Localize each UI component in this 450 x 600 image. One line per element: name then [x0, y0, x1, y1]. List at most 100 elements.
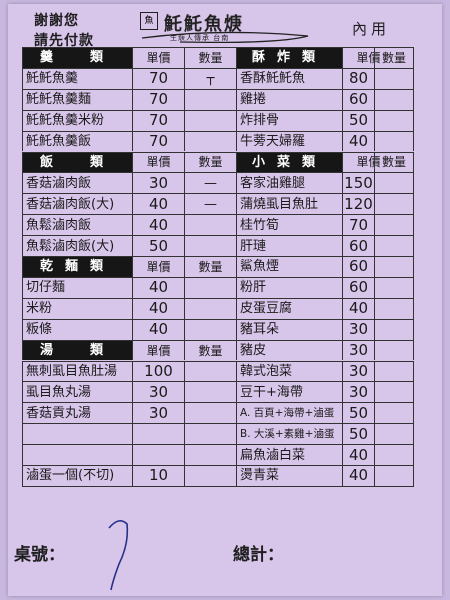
side-item-name: 扁魚滷白菜	[236, 444, 342, 465]
side-item-name: 鯊魚煙	[236, 256, 342, 277]
soup-item-qty	[184, 130, 236, 152]
noodle-qty-header: 數量	[184, 256, 236, 277]
broth-item-name	[22, 444, 132, 465]
menu-table: 羹 類單價 數量 魠魠魚羹 70 ┬ 魠魠魚羹麵 70 魠魠魚羹米粉 70 魠魠魚羹飯 70 飯 類單…	[22, 47, 414, 527]
broth-price-header: 單價	[132, 339, 184, 361]
side-item-name: 燙青菜	[236, 465, 342, 486]
broth-item-price	[132, 423, 184, 445]
soup-item-qty: ┬	[184, 67, 236, 89]
broth-item-qty	[184, 381, 236, 403]
thanks-text: 謝謝您	[34, 13, 79, 29]
side-item-price: 50	[342, 402, 374, 424]
fried-item-name: 雞捲	[236, 88, 342, 110]
rice-title: 飯 類	[22, 151, 132, 173]
side-item-qty	[374, 423, 414, 445]
broth-item-name	[22, 423, 132, 445]
broth-item-price: 30	[132, 402, 184, 424]
soup-item-price: 70	[132, 88, 184, 110]
fried-qty-header: 數量	[374, 47, 414, 68]
side-item-qty	[374, 256, 414, 277]
rice-item-qty: —	[184, 172, 236, 194]
side-item-name: 豬皮	[236, 339, 342, 361]
side-item-price: 30	[342, 339, 374, 361]
side-item-qty	[374, 339, 414, 361]
side-item-name: 蒲燒虱目魚肚	[236, 193, 342, 215]
dine-in-label: 內用	[352, 20, 391, 38]
fried-item-price: 60	[342, 88, 374, 110]
broth-item-price: 100	[132, 360, 184, 382]
soup-item-price: 70	[132, 130, 184, 152]
table-bottom-border	[22, 485, 414, 487]
side-qty-header: 數量	[374, 151, 414, 173]
side-item-price: 30	[342, 318, 374, 340]
fried-item-qty	[374, 67, 414, 89]
side-item-price: 150	[342, 172, 374, 194]
side-item-name: 皮蛋豆腐	[236, 297, 342, 319]
side-item-name: 客家油雞腿	[236, 172, 342, 194]
table-number-handwritten	[108, 520, 129, 591]
side-item-qty	[374, 297, 414, 319]
table-number-label: 桌號：	[14, 545, 65, 565]
fried-item-price: 40	[342, 130, 374, 152]
noodle-item-qty	[184, 276, 236, 298]
side-item-qty	[374, 276, 414, 298]
side-item-price: 40	[342, 297, 374, 319]
noodle-price-header: 單價	[132, 256, 184, 277]
rice-price-header: 單價	[132, 151, 184, 173]
soup-item-price: 70	[132, 67, 184, 89]
broth-item-qty	[184, 360, 236, 382]
side-item-name: B. 大溪+素雞+滷蛋	[236, 423, 342, 445]
rice-item-qty	[184, 235, 236, 256]
side-item-qty	[374, 360, 414, 382]
soup-item-name: 魠魠魚羹米粉	[22, 109, 132, 131]
total-label: 總計：	[233, 545, 284, 565]
broth-item-name: 無刺虱目魚肚湯	[22, 360, 132, 382]
noodle-item-qty	[184, 297, 236, 319]
soup-price-header: 單價	[132, 47, 184, 68]
side-item-name: 豬耳朵	[236, 318, 342, 340]
side-item-price: 70	[342, 214, 374, 236]
rice-item-price: 40	[132, 214, 184, 236]
rice-item-name: 魚鬆滷肉飯	[22, 214, 132, 236]
noodle-item-name: 切仔麵	[22, 276, 132, 298]
side-item-qty	[374, 465, 414, 486]
side-item-name: 肝璉	[236, 235, 342, 256]
logo-seal-icon: 魚	[140, 12, 158, 30]
side-title: 小菜類	[236, 151, 342, 173]
noodle-item-price: 40	[132, 276, 184, 298]
rice-item-price: 50	[132, 235, 184, 256]
side-item-name: 粉肝	[236, 276, 342, 298]
broth-item-qty	[184, 444, 236, 465]
soup-title: 羹 類	[22, 47, 132, 68]
broth-item-qty	[184, 402, 236, 424]
side-item-price: 60	[342, 235, 374, 256]
soup-qty-header: 數量	[184, 47, 236, 68]
soup-item-qty	[184, 88, 236, 110]
broth-item-price: 30	[132, 381, 184, 403]
noodle-item-name: 粄條	[22, 318, 132, 340]
shop-subtitle: 生焿人傳承 台南	[170, 34, 230, 42]
soup-item-qty	[184, 109, 236, 131]
rice-item-price: 30	[132, 172, 184, 194]
side-item-name: 豆干+海帶	[236, 381, 342, 403]
rice-item-price: 40	[132, 193, 184, 215]
rice-item-name: 魚鬆滷肉飯(大)	[22, 235, 132, 256]
broth-title: 湯 類	[22, 339, 132, 361]
fried-item-name: 牛蒡天婦羅	[236, 130, 342, 152]
rice-item-qty	[184, 214, 236, 236]
side-item-name: 韓式泡菜	[236, 360, 342, 382]
side-item-qty	[374, 318, 414, 340]
rice-item-name: 香菇滷肉飯(大)	[22, 193, 132, 215]
side-item-qty	[374, 214, 414, 236]
side-item-name: 桂竹筍	[236, 214, 342, 236]
soup-item-name: 魠魠魚羹	[22, 67, 132, 89]
noodle-item-name: 米粉	[22, 297, 132, 319]
broth-item-qty	[184, 465, 236, 486]
rice-qty-header: 數量	[184, 151, 236, 173]
noodle-item-price: 40	[132, 297, 184, 319]
broth-item-price	[132, 444, 184, 465]
fried-item-name: 香酥魠魠魚	[236, 67, 342, 89]
broth-item-qty	[184, 423, 236, 445]
broth-qty-header: 數量	[184, 339, 236, 361]
fried-item-qty	[374, 130, 414, 152]
